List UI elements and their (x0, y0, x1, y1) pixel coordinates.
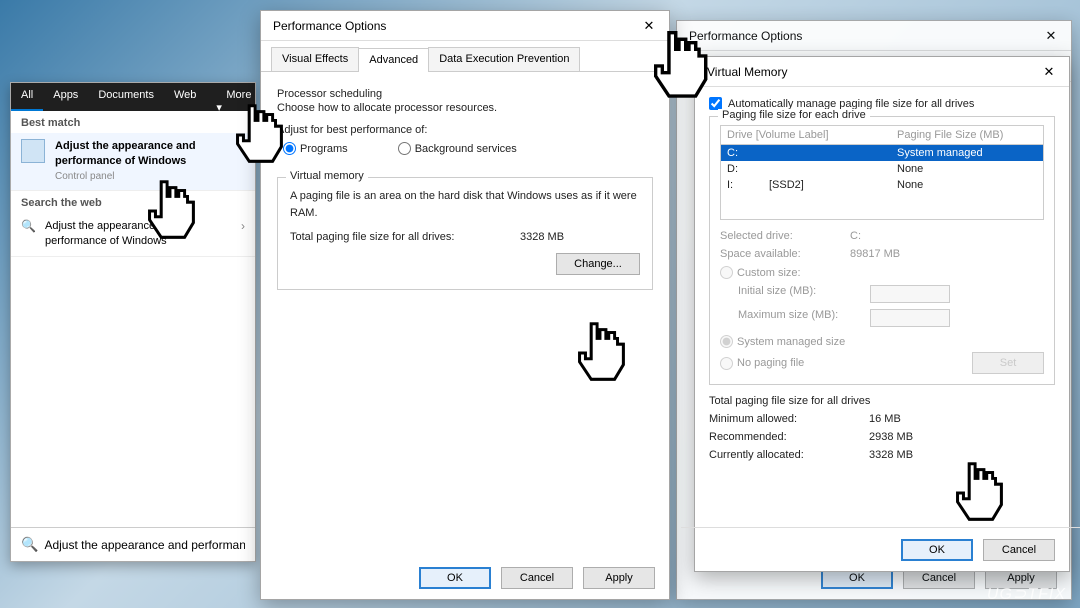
initial-size-label: Initial size (MB): (720, 285, 870, 303)
best-match-subtitle: Control panel (55, 170, 245, 184)
proc-sched-heading: Processor scheduling (277, 88, 653, 100)
tab-dep[interactable]: Data Execution Prevention (428, 47, 580, 71)
start-search-panel: All Apps Documents Web More ▾ Best match… (10, 82, 256, 562)
totals-heading: Total paging file size for all drives (709, 395, 1055, 407)
search-web-label: Search the web (11, 191, 255, 213)
tab-visual-effects[interactable]: Visual Effects (271, 47, 359, 71)
col-size: Paging File Size (MB) (897, 129, 1037, 141)
vm-title: Virtual Memory (707, 65, 1029, 79)
drive-list[interactable]: C:System managed D:None I:[SSD2]None (720, 144, 1044, 220)
currently-allocated-value: 3328 MB (869, 449, 913, 461)
max-size-label: Maximum size (MB): (720, 309, 870, 327)
min-allowed-label: Minimum allowed: (709, 413, 869, 425)
search-web-result[interactable]: 🔍 Adjust the appearance and performance … (11, 213, 255, 257)
apply-button[interactable]: Apply (583, 567, 655, 589)
vm-desc: A paging file is an area on the hard dis… (290, 188, 640, 221)
space-available-value: 89817 MB (850, 248, 900, 260)
radio-background[interactable]: Background services (398, 142, 517, 155)
drive-row: C:System managed (721, 145, 1043, 161)
drive-row: I:[SSD2]None (721, 177, 1043, 193)
col-drive: Drive [Volume Label] (727, 129, 897, 141)
adjust-label: Adjust for best performance of: (277, 124, 653, 136)
virtual-memory-dialog: Virtual Memory ✕ Automatically manage pa… (694, 56, 1070, 572)
ok-button[interactable]: OK (419, 567, 491, 589)
selected-drive-value: C: (850, 230, 861, 242)
control-panel-icon (21, 139, 45, 163)
search-web-text: Adjust the appearance and performance of… (45, 219, 231, 250)
ok-button[interactable]: OK (901, 539, 973, 561)
close-icon[interactable]: ✕ (1029, 64, 1069, 80)
radio-programs[interactable]: Programs (283, 142, 348, 155)
min-allowed-value: 16 MB (869, 413, 901, 425)
best-match-title: Adjust the appearance and performance of… (55, 139, 245, 170)
selected-drive-label: Selected drive: (720, 230, 850, 242)
perf-options-dialog: Performance Options ✕ Visual Effects Adv… (260, 10, 670, 600)
change-button[interactable]: Change... (556, 253, 640, 275)
search-tab-all[interactable]: All (11, 83, 43, 111)
search-input[interactable] (44, 538, 245, 552)
recommended-value: 2938 MB (869, 431, 913, 443)
recommended-label: Recommended: (709, 431, 869, 443)
best-match-result[interactable]: Adjust the appearance and performance of… (11, 133, 255, 191)
cancel-button[interactable]: Cancel (501, 567, 573, 589)
chevron-right-icon: › (241, 219, 245, 233)
radio-custom-size: Custom size: (720, 266, 1044, 279)
drive-row: D:None (721, 161, 1043, 177)
close-icon[interactable]: ✕ (629, 18, 669, 34)
best-match-label: Best match (11, 111, 255, 133)
vm-total-value: 3328 MB (520, 231, 564, 243)
search-tabs: All Apps Documents Web More ▾ (11, 83, 255, 111)
space-available-label: Space available: (720, 248, 850, 260)
radio-no-paging: No paging file (720, 357, 962, 370)
cancel-button[interactable]: Cancel (983, 539, 1055, 561)
max-size-input (870, 309, 950, 327)
currently-allocated-label: Currently allocated: (709, 449, 869, 461)
search-tab-apps[interactable]: Apps (43, 83, 88, 111)
proc-sched-sub: Choose how to allocate processor resourc… (277, 102, 653, 114)
radio-system-managed: System managed size (720, 335, 1044, 348)
drive-list-legend: Paging file size for each drive (718, 109, 870, 121)
vm-legend: Virtual memory (286, 170, 368, 182)
ghost-title: Performance Options (689, 29, 1031, 43)
vm-total-label: Total paging file size for all drives: (290, 231, 520, 243)
perf-title: Performance Options (273, 19, 629, 33)
tab-advanced[interactable]: Advanced (358, 48, 429, 72)
search-tab-web[interactable]: Web (164, 83, 206, 111)
search-icon: 🔍 (21, 536, 38, 553)
search-tab-documents[interactable]: Documents (88, 83, 164, 111)
initial-size-input (870, 285, 950, 303)
search-input-row: 🔍 (11, 527, 255, 561)
close-icon[interactable]: ✕ (1031, 28, 1071, 44)
set-button: Set (972, 352, 1044, 374)
watermark: UG⊃TFIX (987, 584, 1066, 604)
